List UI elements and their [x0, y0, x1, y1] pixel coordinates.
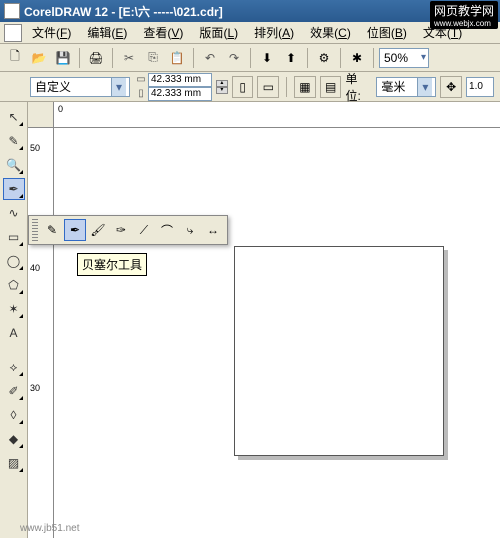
copy-button[interactable]: ⎘ [142, 47, 164, 69]
width-icon: ▭ [134, 74, 148, 85]
page-scope-button-2[interactable]: ▤ [320, 76, 342, 98]
app-launcher-button[interactable]: ⚙ [313, 47, 335, 69]
pick-tool[interactable]: ↖ [3, 106, 25, 128]
import-button[interactable]: ⬇ [256, 47, 278, 69]
menu-arrange[interactable]: 排列(A) [246, 22, 302, 43]
zoom-level-select[interactable]: 50% [379, 48, 429, 68]
corel-online-button[interactable]: ✱ [346, 47, 368, 69]
page-height-input[interactable] [148, 87, 212, 101]
blend-tool[interactable]: ⟡ [3, 356, 25, 378]
basic-shape-tool[interactable]: ✶ [3, 298, 25, 320]
curve-tool-flyout: ✎ ✒ 🖌 ✑ ⟋ ⌒ ⤷ ↔ [28, 215, 228, 245]
freehand-tool[interactable]: ✎ [41, 219, 63, 241]
nudge-icon: ✥ [440, 76, 462, 98]
new-button[interactable]: 🗋 [4, 47, 26, 69]
print-button[interactable]: 🖨 [85, 47, 107, 69]
property-bar: 自定义 ▭ ▯ ▴▾ ▯ ▭ ▦ ▤ 单位: 毫米 ✥ [0, 72, 500, 102]
pen-tool[interactable]: ✑ [110, 219, 132, 241]
separator [373, 48, 374, 68]
standard-toolbar: 🗋 📂 💾 🖨 ✂ ⎘ 📋 ↶ ↷ ⬇ ⬆ ⚙ ✱ 50% [0, 44, 500, 72]
export-button[interactable]: ⬆ [280, 47, 302, 69]
dimension-tool[interactable]: ↔ [202, 219, 224, 241]
horizontal-ruler[interactable]: 0 [54, 102, 500, 128]
separator [286, 77, 287, 97]
polygon-tool[interactable]: ⬠ [3, 274, 25, 296]
interactive-fill-tool[interactable]: ▨ [3, 452, 25, 474]
app-icon [4, 3, 20, 19]
toolbox: ↖ ✎ 🔍 ✒ ∿ ▭ ◯ ⬠ ✶ A ⟡ ✐ ◊ ◆ ▨ [0, 102, 28, 538]
paste-button[interactable]: 📋 [166, 47, 188, 69]
text-tool[interactable]: A [3, 322, 25, 344]
page-width-input[interactable] [148, 73, 212, 87]
watermark-top-right: 网页教学网 www.webjx.com [430, 1, 498, 29]
tooltip: 贝塞尔工具 [77, 253, 147, 276]
titlebar: CorelDRAW 12 - [E:\六 -----\021.cdr] [0, 0, 500, 22]
polyline-tool[interactable]: ⟋ [133, 219, 155, 241]
separator [307, 48, 308, 68]
menu-effects[interactable]: 效果(C) [302, 22, 359, 43]
height-icon: ▯ [134, 88, 148, 99]
shape-tool[interactable]: ✎ [3, 130, 25, 152]
cut-button[interactable]: ✂ [118, 47, 140, 69]
portrait-button[interactable]: ▯ [232, 76, 254, 98]
menu-bitmap[interactable]: 位图(B) [359, 22, 415, 43]
separator [250, 48, 251, 68]
window-title: CorelDRAW 12 - [E:\六 -----\021.cdr] [24, 3, 223, 20]
smart-draw-tool[interactable]: ∿ [3, 202, 25, 224]
redo-button[interactable]: ↷ [223, 47, 245, 69]
menu-view[interactable]: 查看(V) [135, 22, 191, 43]
open-button[interactable]: 📂 [28, 47, 50, 69]
separator [112, 48, 113, 68]
3point-curve-tool[interactable]: ⌒ [156, 219, 178, 241]
menu-layout[interactable]: 版面(L) [191, 22, 246, 43]
fill-tool[interactable]: ◆ [3, 428, 25, 450]
vertical-ruler[interactable]: 50 40 30 [28, 128, 54, 538]
separator [193, 48, 194, 68]
ruler-origin[interactable] [28, 102, 54, 128]
dimension-spinner[interactable]: ▴▾ [216, 80, 228, 94]
document-icon [4, 24, 22, 42]
units-label: 单位: [345, 70, 372, 104]
undo-button[interactable]: ↶ [199, 47, 221, 69]
artistic-media-tool[interactable]: 🖌 [87, 219, 109, 241]
bezier-tool[interactable]: ✒ [64, 219, 86, 241]
units-select[interactable]: 毫米 [376, 77, 436, 97]
flyout-grip[interactable] [32, 219, 38, 241]
landscape-button[interactable]: ▭ [257, 76, 279, 98]
page-boundary [234, 246, 444, 456]
nudge-input[interactable] [466, 77, 494, 97]
eyedropper-tool[interactable]: ✐ [3, 380, 25, 402]
separator [79, 48, 80, 68]
separator [340, 48, 341, 68]
drawing-canvas[interactable] [54, 128, 500, 538]
menu-edit[interactable]: 编辑(E) [79, 22, 135, 43]
ellipse-tool[interactable]: ◯ [3, 250, 25, 272]
rectangle-tool[interactable]: ▭ [3, 226, 25, 248]
outline-tool[interactable]: ◊ [3, 404, 25, 426]
save-button[interactable]: 💾 [52, 47, 74, 69]
paper-preset-select[interactable]: 自定义 [30, 77, 130, 97]
page-dimensions: ▭ ▯ [134, 73, 212, 101]
menu-file[interactable]: 文件(F) [24, 22, 79, 43]
menubar: 文件(F) 编辑(E) 查看(V) 版面(L) 排列(A) 效果(C) 位图(B… [0, 22, 500, 44]
watermark-bottom-left: www.jb51.net [20, 523, 79, 534]
page-scope-button-1[interactable]: ▦ [294, 76, 316, 98]
curve-tool[interactable]: ✒ [3, 178, 25, 200]
connector-tool[interactable]: ⤷ [179, 219, 201, 241]
zoom-tool[interactable]: 🔍 [3, 154, 25, 176]
